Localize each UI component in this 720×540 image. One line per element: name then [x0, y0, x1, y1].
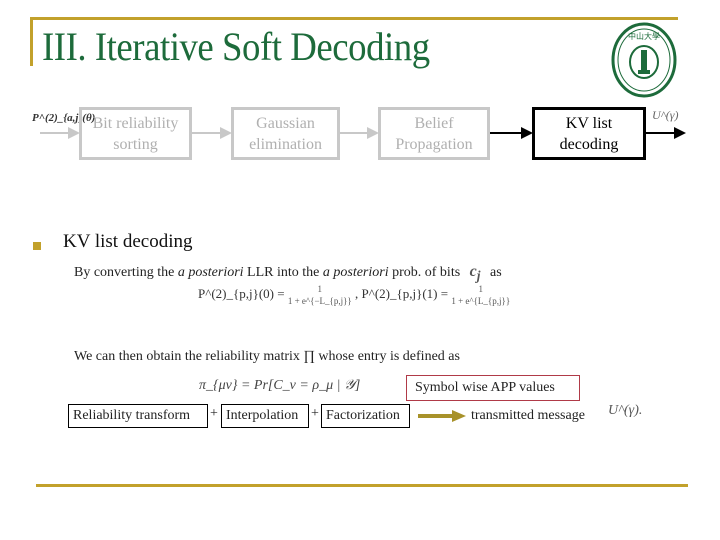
- reliability-matrix-text: We can then obtain the reliability matri…: [74, 349, 460, 364]
- conversion-text: By converting the a posteriori LLR into …: [74, 263, 502, 284]
- block-gaussian-elimination: Gaussian elimination: [231, 107, 340, 160]
- block-belief-propagation: Belief Propagation: [378, 107, 490, 160]
- university-seal-logo: 中山大學: [611, 22, 677, 98]
- var-cj: cj: [469, 263, 481, 284]
- frame-left-rule: [30, 17, 33, 66]
- plus-sign: +: [311, 406, 319, 421]
- fraction-1: 11 + e^{L_{p,j}}: [451, 284, 511, 306]
- step-interpolation: Interpolation: [221, 404, 309, 428]
- block-kv-list-decoding: KV list decoding: [532, 107, 646, 160]
- slide-title: III. Iterative Soft Decoding: [42, 24, 430, 69]
- frame-bottom-rule: [36, 484, 688, 487]
- fraction-0: 11 + e^{−L_{p,j}}: [287, 284, 352, 306]
- step-reliability-transform: Reliability transform: [68, 404, 208, 428]
- result-variable: U^(γ).: [608, 403, 643, 418]
- frame-top-rule: [30, 17, 678, 20]
- svg-text:中山大學: 中山大學: [628, 31, 660, 41]
- result-text: transmitted message: [471, 408, 585, 423]
- symbol-app-label: Symbol wise APP values: [406, 375, 580, 401]
- step-factorization: Factorization: [321, 404, 410, 428]
- reliability-formula: π_{μν} = Pr[C_ν = ρ_μ | 𝒴]: [199, 378, 361, 393]
- bullet-heading: KV list decoding: [63, 231, 193, 252]
- bullet-marker: [33, 242, 41, 250]
- probability-formula: P^(2)_{p,j}(0) = 11 + e^{−L_{p,j}} , P^(…: [198, 284, 511, 306]
- block-bit-reliability-sorting: Bit reliability sorting: [79, 107, 192, 160]
- output-label: U^(γ): [652, 108, 679, 122]
- result-arrow: [418, 410, 466, 422]
- plus-sign: +: [210, 406, 218, 421]
